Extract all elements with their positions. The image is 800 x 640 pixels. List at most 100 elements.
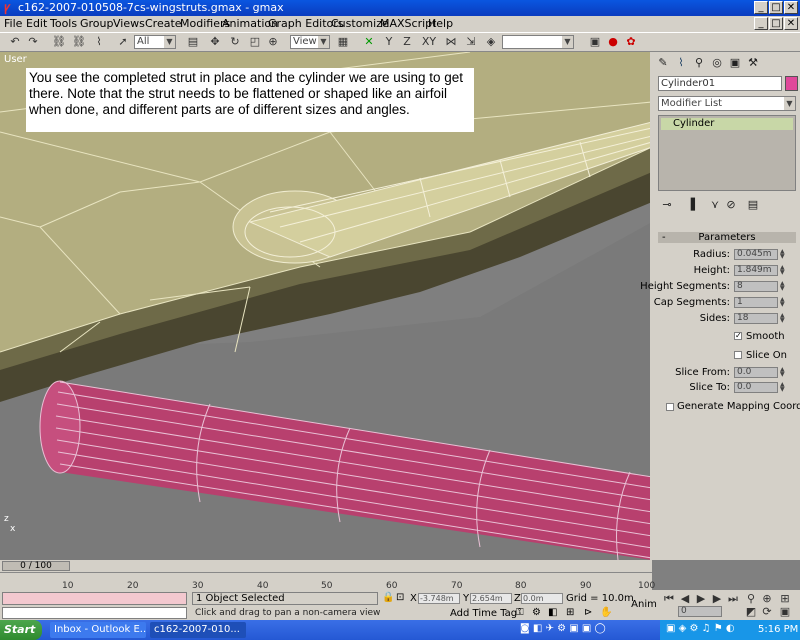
time-slider[interactable]: 0 / 100 — [0, 560, 652, 572]
sides-spinner-icon[interactable]: ▲ ▼ — [780, 313, 787, 324]
remove-modifier-icon[interactable]: ⊘ — [724, 198, 738, 212]
display-tab-icon[interactable]: ▣ — [728, 56, 742, 70]
zoom-region-icon[interactable]: ⊞ — [566, 607, 574, 618]
play-icon[interactable]: ▶ — [694, 592, 708, 606]
render-icon[interactable]: ● — [606, 35, 620, 49]
absolute-mode-icon[interactable]: ⊡ — [396, 592, 404, 603]
hierarchy-tab-icon[interactable]: ⚲ — [692, 56, 706, 70]
height-spinner-icon[interactable]: ▲ ▼ — [780, 265, 787, 276]
time-slider-thumb[interactable]: 0 / 100 — [2, 561, 70, 571]
layer-icon[interactable]: ◈ — [484, 35, 498, 49]
orbit-icon[interactable]: ⟳ — [760, 605, 774, 619]
bind-spacewarp-icon[interactable]: ⌇ — [92, 35, 106, 49]
doc-restore-button[interactable]: □ — [769, 17, 783, 30]
slice-from-field[interactable]: 0.0 — [734, 367, 778, 378]
sides-field[interactable]: 18 — [734, 313, 778, 324]
pan-icon[interactable]: ✋ — [600, 607, 612, 618]
viewport-label[interactable]: User — [4, 54, 27, 65]
selection-filter-dropdown[interactable]: All ▼ — [134, 35, 176, 49]
quick-render-icon[interactable]: ✿ — [624, 35, 638, 49]
zoom-extents-icon[interactable]: ⊞ — [778, 592, 792, 606]
set-key-icon[interactable]: ⚿ — [516, 607, 524, 618]
key-mode-icon[interactable]: ◧ — [548, 607, 557, 618]
menu-edit[interactable]: Edit — [26, 17, 47, 30]
cap-segments-field[interactable]: 1 — [734, 297, 778, 308]
pivot-icon[interactable]: ⊕ — [266, 35, 280, 49]
z-coord-field[interactable]: 0.0m — [521, 593, 563, 604]
slice-from-spinner-icon[interactable]: ▲ ▼ — [780, 367, 787, 378]
align-icon[interactable]: ⇲ — [464, 35, 478, 49]
prev-frame-icon[interactable]: ◀ — [678, 592, 692, 606]
move-icon[interactable]: ✥ — [208, 35, 222, 49]
redo-icon[interactable]: ↷ — [26, 35, 40, 49]
use-center-icon[interactable]: ▦ — [336, 35, 350, 49]
maxscript-input-mini[interactable] — [2, 607, 187, 619]
goto-end-icon[interactable]: ⏭ — [726, 592, 740, 606]
height-segments-field[interactable]: 8 — [734, 281, 778, 292]
height-segments-spinner-icon[interactable]: ▲ ▼ — [780, 281, 787, 292]
radius-field[interactable]: 0.045m — [734, 249, 778, 260]
reference-coord-dropdown[interactable]: View ▼ — [290, 35, 330, 49]
animate-button[interactable]: Anim — [630, 594, 658, 616]
select-by-name-icon[interactable]: ▤ — [186, 35, 200, 49]
mirror-icon[interactable]: ⋈ — [444, 35, 458, 49]
slice-to-field[interactable]: 0.0 — [734, 382, 778, 393]
close-button[interactable]: ✕ — [784, 1, 798, 14]
doc-minimize-button[interactable]: _ — [754, 17, 768, 30]
maximize-viewport-icon[interactable]: ▣ — [778, 605, 792, 619]
gen-mapping-checkbox[interactable] — [666, 403, 674, 411]
height-field[interactable]: 1.849m — [734, 265, 778, 276]
percent-snap-icon[interactable]: XY — [420, 35, 438, 49]
minimize-button[interactable]: _ — [754, 1, 768, 14]
make-unique-icon[interactable]: ⋎ — [708, 198, 722, 212]
menu-views[interactable]: Views — [113, 17, 145, 30]
quicklaunch-icon[interactable]: ◙ ◧ ✈ ⚙ ▣ ▣ ◯ — [520, 623, 606, 634]
goto-start-icon[interactable]: ⏮ — [662, 592, 676, 606]
modify-tab-icon[interactable]: ⌇ — [674, 56, 688, 70]
add-time-tag-button[interactable]: Add Time Tag — [450, 608, 517, 619]
tray-icons[interactable]: ▣ ◈ ⚙ ♫ ⚑ ◐ — [666, 623, 735, 634]
unlink-icon[interactable]: ⛓ — [72, 35, 86, 49]
smooth-checkbox[interactable]: ✓ — [734, 332, 742, 340]
slice-on-checkbox[interactable] — [734, 351, 742, 359]
object-color-swatch[interactable] — [785, 76, 798, 91]
track-bar[interactable]: 10 20 30 40 50 60 70 80 90 100 — [0, 572, 655, 591]
start-button[interactable]: Start — [0, 620, 42, 640]
menu-tools[interactable]: Tools — [50, 17, 77, 30]
utilities-tab-icon[interactable]: ⚒ — [746, 56, 760, 70]
angle-snap-icon[interactable]: Z — [400, 35, 414, 49]
object-name-field[interactable]: Cylinder01 — [658, 76, 782, 91]
menu-create[interactable]: Create — [145, 17, 182, 30]
current-frame-field[interactable]: 0 — [678, 606, 722, 617]
menu-group[interactable]: Group — [80, 17, 114, 30]
select-link-icon[interactable]: ⛓ — [52, 35, 66, 49]
modifier-stack[interactable]: Cylinder — [658, 115, 796, 191]
menu-file[interactable]: File — [4, 17, 22, 30]
snap-toggle-icon[interactable]: Y — [382, 35, 396, 49]
zoom-all-icon[interactable]: ⊕ — [760, 592, 774, 606]
task-outlook[interactable]: Inbox - Outlook E... — [50, 622, 146, 638]
scale-icon[interactable]: ◰ — [248, 35, 262, 49]
named-selection-dropdown[interactable]: ▼ — [502, 35, 574, 49]
lock-selection-icon[interactable]: 🔒 — [382, 592, 394, 603]
select-manipulate-icon[interactable]: ✕ — [362, 35, 376, 49]
doc-close-button[interactable]: ✕ — [784, 17, 798, 30]
menu-help[interactable]: Help — [428, 17, 453, 30]
y-coord-field[interactable]: 2.654m — [470, 593, 512, 604]
stack-item-cylinder[interactable]: Cylinder — [661, 118, 793, 130]
modifier-list-dropdown[interactable]: Modifier List ▼ — [658, 96, 796, 111]
slice-to-spinner-icon[interactable]: ▲ ▼ — [780, 382, 787, 393]
viewport-user[interactable]: User You see the completed strut in plac… — [0, 52, 652, 560]
maximize-button[interactable]: □ — [769, 1, 783, 14]
app-icon[interactable]: ꝩ — [4, 1, 16, 13]
material-editor-icon[interactable]: ▣ — [588, 35, 602, 49]
cap-segments-spinner-icon[interactable]: ▲ ▼ — [780, 297, 787, 308]
rotate-icon[interactable]: ↻ — [228, 35, 242, 49]
task-gmax[interactable]: c162-2007-010... — [150, 622, 246, 638]
field-of-view-icon[interactable]: ⊳ — [584, 607, 592, 618]
select-region-icon[interactable] — [117, 35, 131, 49]
show-end-result-icon[interactable]: ▌ — [688, 198, 702, 212]
create-tab-icon[interactable]: ✎ — [656, 56, 670, 70]
parameters-rollout-header[interactable]: - Parameters — [658, 232, 796, 243]
zoom-icon[interactable]: ⚲ — [744, 592, 758, 606]
